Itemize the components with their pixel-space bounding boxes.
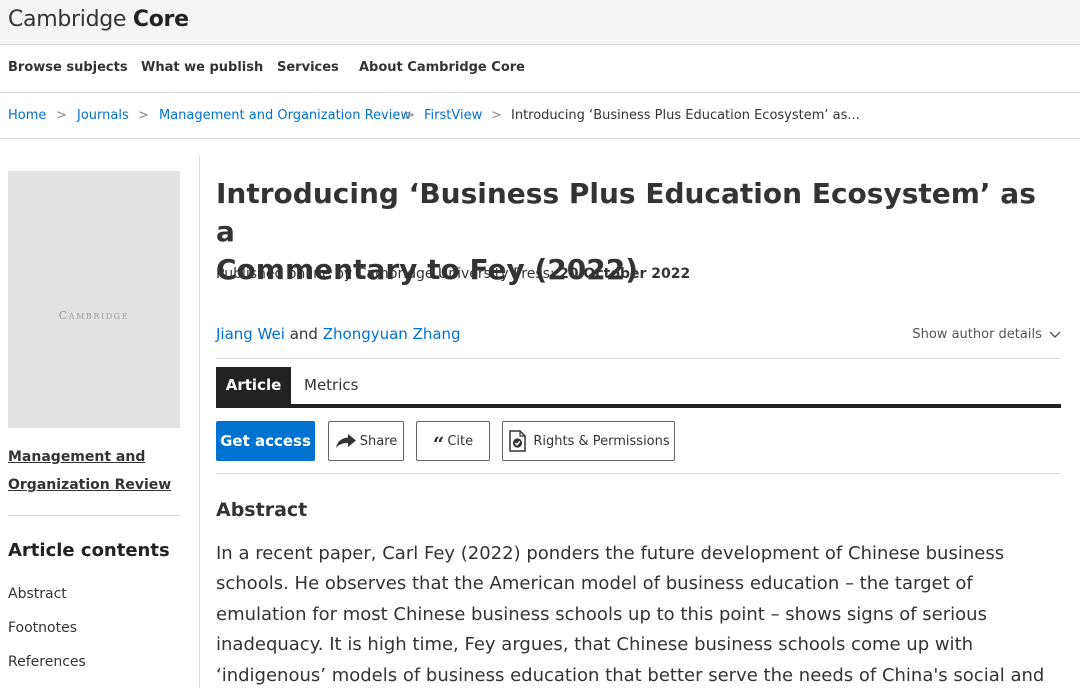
logo-bold-text: Core	[132, 7, 189, 32]
share-label: Share	[359, 433, 398, 449]
abstract-line: In a recent paper, Carl Fey (2022) ponde…	[216, 543, 1005, 564]
divider	[216, 473, 1061, 474]
journal-title-line: Organization Review	[8, 477, 172, 493]
author-link[interactable]: Zhongyuan Zhang	[323, 325, 461, 343]
show-author-details-label: Show author details	[912, 327, 1042, 342]
get-access-button[interactable]: Get access	[216, 421, 315, 461]
published-line: Published online by Cambridge University…	[216, 266, 690, 282]
abstract-line: inadequacy. It is high time, Fey argues,…	[216, 634, 974, 656]
tab-article[interactable]: Article	[216, 367, 291, 404]
document-check-icon	[509, 430, 527, 452]
rights-label: Rights & Permissions	[533, 433, 670, 449]
nav-about-cambridge-core[interactable]: About Cambridge Core	[359, 60, 525, 75]
abstract-line: schools. He observes that the American m…	[216, 573, 973, 595]
breadcrumb-journals[interactable]: Journals	[77, 108, 129, 123]
breadcrumb-separator: >	[404, 108, 415, 123]
cover-publisher-text: Cambridge	[58, 309, 130, 322]
cite-button[interactable]: “ Cite	[416, 421, 490, 461]
article-contents-heading: Article contents	[8, 540, 170, 561]
breadcrumb-separator: >	[491, 108, 502, 123]
cambridge-core-logo[interactable]: Cambridge Core	[8, 7, 189, 32]
breadcrumb-journal[interactable]: Management and Organization Review	[159, 108, 411, 123]
abstract-line: ‘indigenous’ models of business educatio…	[216, 664, 1045, 686]
nav-services[interactable]: Services	[277, 60, 339, 75]
share-arrow-icon	[335, 434, 356, 448]
quote-icon: “	[432, 432, 445, 456]
breadcrumb-current: Introducing ‘Business Plus Education Eco…	[511, 108, 860, 123]
logo-text: Cambridge	[8, 7, 127, 32]
abstract-line: emulation for most Chinese business scho…	[216, 603, 987, 625]
published-label: Published online by Cambridge University…	[216, 266, 555, 282]
chevron-down-icon	[1049, 331, 1061, 338]
breadcrumb-firstview[interactable]: FirstView	[424, 108, 482, 123]
abstract-text: In a recent paper, Carl Fey (2022) ponde…	[216, 539, 1061, 688]
cite-label: Cite	[447, 433, 474, 449]
toc-item-footnotes[interactable]: Footnotes	[8, 620, 77, 636]
rights-permissions-button[interactable]: Rights & Permissions	[502, 421, 675, 461]
toc-item-abstract[interactable]: Abstract	[8, 586, 67, 602]
tab-metrics[interactable]: Metrics	[304, 367, 358, 404]
journal-cover-image[interactable]: Cambridge	[8, 171, 180, 428]
nav-what-we-publish[interactable]: What we publish	[141, 60, 263, 75]
toc-item-references[interactable]: References	[8, 654, 86, 670]
breadcrumb: Home > Journals > Management and Organiz…	[0, 93, 1080, 139]
author-list: Jiang Wei and Zhongyuan Zhang	[216, 325, 461, 343]
author-link[interactable]: Jiang Wei	[216, 325, 285, 343]
breadcrumb-separator: >	[56, 108, 67, 123]
abstract-heading: Abstract	[216, 499, 308, 521]
author-conjunction: and	[289, 325, 318, 343]
breadcrumb-home[interactable]: Home	[8, 108, 46, 123]
main-nav: Browse subjects What we publish Services…	[0, 45, 1080, 93]
share-button[interactable]: Share	[328, 421, 404, 461]
sidebar: Cambridge Management and Organization Re…	[0, 155, 200, 688]
article-tabs: Article Metrics	[216, 367, 1061, 408]
sidebar-divider	[8, 515, 180, 516]
journal-title-link[interactable]: Management and Organization Review	[8, 443, 178, 499]
journal-title-line: Management and	[8, 449, 146, 465]
article-title-line: Introducing ‘Business Plus Education Eco…	[216, 177, 1036, 248]
divider	[216, 358, 1061, 359]
published-date: 20 October 2022	[559, 266, 691, 282]
show-author-details-toggle[interactable]: Show author details	[912, 327, 1061, 342]
breadcrumb-separator: >	[138, 108, 149, 123]
nav-browse-subjects[interactable]: Browse subjects	[8, 60, 128, 75]
top-bar: Cambridge Core	[0, 0, 1080, 45]
